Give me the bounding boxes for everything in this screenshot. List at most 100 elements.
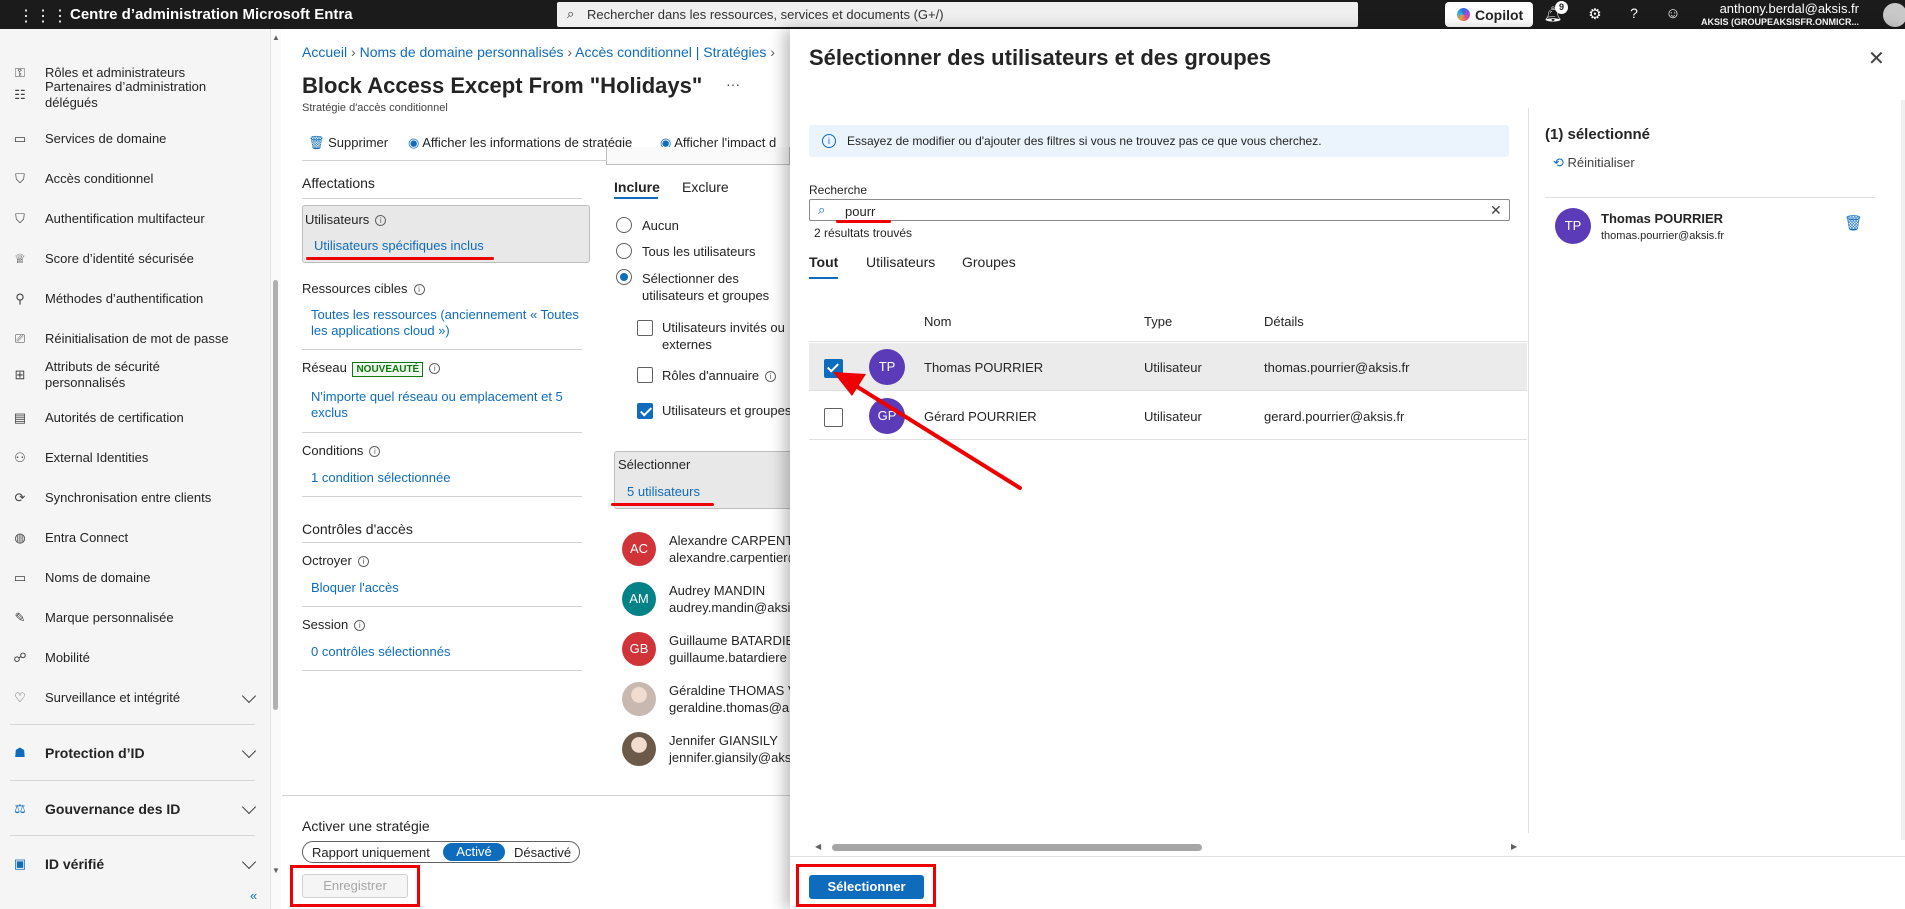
horizontal-scrollbar[interactable]: ◀ ▶ <box>809 842 1527 852</box>
row-details: gerard.pourrier@aksis.fr <box>1264 409 1405 424</box>
breadcrumb-separator: › <box>770 44 775 60</box>
account-avatar[interactable] <box>1883 3 1905 27</box>
sidebar-section-verified-id[interactable]: ▣ ID vérifié <box>0 846 262 882</box>
delete-button[interactable]: 🗑︎ Supprimer <box>308 135 388 151</box>
chevron-down-icon[interactable] <box>241 799 257 815</box>
user-tenant[interactable]: AKSIS (GROUPEAKSISFR.ONMICR... <box>1701 17 1859 27</box>
list-item[interactable]: AC Alexandre CARPENTI alexandre.carpentier… <box>614 530 790 574</box>
sidebar-item-mfa[interactable]: ⛉ Authentification multifacteur <box>0 201 262 237</box>
sidebar-item-attributes[interactable]: ⊞ Attributs de sécurité personnalisés <box>0 357 262 393</box>
toggle-off[interactable]: Désactivé <box>514 845 571 860</box>
sidebar-item-mobility[interactable]: ☍ Mobilité <box>0 640 262 676</box>
help-icon[interactable]: ? <box>1623 5 1645 25</box>
sidebar-item-conditional-access[interactable]: ⛉ Accès conditionnel <box>0 161 262 197</box>
sidebar-scroll-thumb[interactable] <box>273 280 278 710</box>
sidebar-item-auth-methods[interactable]: ⚲ Méthodes d’authentification <box>0 281 262 317</box>
horizontal-scroll-thumb[interactable] <box>832 844 1202 851</box>
target-resources-link[interactable]: Toutes les ressources (anciennement « To… <box>311 307 581 339</box>
chevron-down-icon[interactable] <box>241 854 257 870</box>
global-search-input[interactable]: ⌕ Rechercher dans les ressources, servic… <box>557 2 1358 27</box>
users-search-input[interactable]: ⌕ pourr ✕ <box>809 199 1510 221</box>
users-value-link[interactable]: Utilisateurs spécifiques inclus <box>314 238 484 253</box>
breadcrumb-custom-domains[interactable]: Noms de domaine personnalisés <box>360 44 564 60</box>
info-icon[interactable]: i <box>375 215 387 226</box>
breadcrumb-home[interactable]: Accueil <box>302 44 347 60</box>
info-icon[interactable]: i <box>429 363 441 374</box>
sidebar-item-branding[interactable]: ✎ Marque personnalisée <box>0 600 262 636</box>
checkbox-directory-roles-label: Rôles d'annuaire i <box>662 368 777 383</box>
tab-groups[interactable]: Groupes <box>962 254 1016 270</box>
collapse-sidebar-icon[interactable]: « <box>250 888 257 903</box>
conditions-link[interactable]: 1 condition sélectionnée <box>311 470 451 485</box>
feedback-icon[interactable]: ☺ <box>1662 5 1684 25</box>
grant-link[interactable]: Bloquer l'accès <box>311 580 399 595</box>
info-icon[interactable]: i <box>765 371 777 382</box>
tab-all[interactable]: Tout <box>809 254 838 270</box>
sidebar-item-domain-names[interactable]: ▭ Noms de domaine <box>0 560 262 596</box>
app-launcher-icon[interactable]: ⋮⋮⋮ <box>18 6 69 26</box>
reset-button[interactable]: ⟲ Réinitialiser <box>1553 155 1635 171</box>
select-label: Sélectionner <box>618 457 691 472</box>
toggle-on[interactable]: Activé <box>443 843 505 861</box>
radio-none[interactable] <box>616 217 632 233</box>
policy-info-button[interactable]: ◉ Afficher les informations de stratégie <box>408 135 632 151</box>
sidebar-item-password-reset[interactable]: ⎚ Réinitialisation de mot de passe <box>0 321 262 357</box>
info-icon[interactable]: i <box>354 620 366 631</box>
search-value: pourr <box>845 204 876 219</box>
connect-icon: ◍ <box>14 530 26 545</box>
network-link[interactable]: N'importe quel réseau ou emplacement et … <box>311 389 581 421</box>
sidebar-section-id-governance[interactable]: ⚖ Gouvernance des ID <box>0 791 262 827</box>
radio-select-users[interactable] <box>616 269 632 285</box>
info-icon[interactable]: i <box>357 556 369 567</box>
select-value-link[interactable]: 5 utilisateurs <box>627 484 700 499</box>
list-item[interactable]: JG Jennifer GIANSILY jennifer.giansily@aks <box>614 730 790 774</box>
radio-all-users[interactable] <box>616 243 632 259</box>
divider <box>302 496 582 497</box>
sidebar-item-sync[interactable]: ⟳ Synchronisation entre clients <box>0 480 262 516</box>
info-icon[interactable]: i <box>413 284 425 295</box>
user-email[interactable]: anthony.berdal@aksis.fr <box>1720 1 1859 16</box>
clear-search-icon[interactable]: ✕ <box>1490 202 1502 219</box>
scroll-down-icon[interactable]: ▼ <box>272 866 280 875</box>
tab-users[interactable]: Utilisateurs <box>866 254 935 270</box>
sidebar-item-external-identities[interactable]: ⚇ External Identities <box>0 440 262 476</box>
breadcrumb-ca-policies[interactable]: Accès conditionnel | Stratégies <box>575 44 766 60</box>
sidebar-item-connect[interactable]: ◍ Entra Connect <box>0 520 262 556</box>
sidebar-item-partners[interactable]: ☷ Partenaires d’administration délégués <box>0 77 262 113</box>
list-item[interactable]: AM Audrey MANDIN audrey.mandin@aksi <box>614 580 790 624</box>
app-title[interactable]: Centre d’administration Microsoft Entra <box>70 6 353 23</box>
column-type[interactable]: Type <box>1144 314 1172 329</box>
chevron-down-icon[interactable] <box>241 688 257 704</box>
gear-icon[interactable]: ⚙ <box>1584 5 1606 25</box>
scroll-right-icon[interactable]: ▶ <box>1511 842 1517 851</box>
sidebar-divider <box>10 780 255 781</box>
checkbox-guests[interactable] <box>637 320 653 336</box>
scroll-left-icon[interactable]: ◀ <box>815 842 821 851</box>
sidebar-item-domain-services[interactable]: ▭ Services de domaine <box>0 121 262 157</box>
undo-icon: ⟲ <box>1553 155 1568 170</box>
list-item[interactable]: GT Géraldine THOMAS V geraldine.thomas@al <box>614 680 790 724</box>
radio-all-users-label: Tous les utilisateurs <box>642 244 756 259</box>
session-link[interactable]: 0 contrôles sélectionnés <box>311 644 450 659</box>
sidebar-item-trophy[interactable]: ♕ Score d’identité sécurisée <box>0 241 262 277</box>
column-details[interactable]: Détails <box>1264 314 1304 329</box>
column-name[interactable]: Nom <box>924 314 951 329</box>
sidebar-item-certificate[interactable]: ▤ Autorités de certification <box>0 400 262 436</box>
tab-exclude[interactable]: Exclure <box>682 179 729 195</box>
close-icon[interactable]: ✕ <box>1868 46 1885 71</box>
tab-include[interactable]: Inclure <box>614 179 660 195</box>
sidebar-section-id-protection[interactable]: ☗ Protection d’ID <box>0 735 262 771</box>
info-icon[interactable]: i <box>369 446 381 457</box>
session-label-text: Session <box>302 617 349 632</box>
trash-icon[interactable]: 🗑︎ <box>1844 214 1863 232</box>
more-options-button[interactable]: ··· <box>726 76 740 92</box>
sidebar-item-monitoring[interactable]: ♡ Surveillance et intégrité <box>0 680 262 716</box>
list-item[interactable]: GB Guillaume BATARDIEI guillaume.batardier… <box>614 630 790 674</box>
checkbox-directory-roles[interactable] <box>637 367 653 383</box>
checkbox-users-groups[interactable] <box>637 403 653 419</box>
panel-scrollbar[interactable] <box>1901 100 1905 840</box>
scroll-up-icon[interactable]: ▲ <box>272 33 280 42</box>
chevron-down-icon[interactable] <box>241 743 257 759</box>
copilot-button[interactable]: Copilot <box>1445 2 1533 27</box>
toggle-report-only[interactable]: Rapport uniquement <box>312 845 430 860</box>
